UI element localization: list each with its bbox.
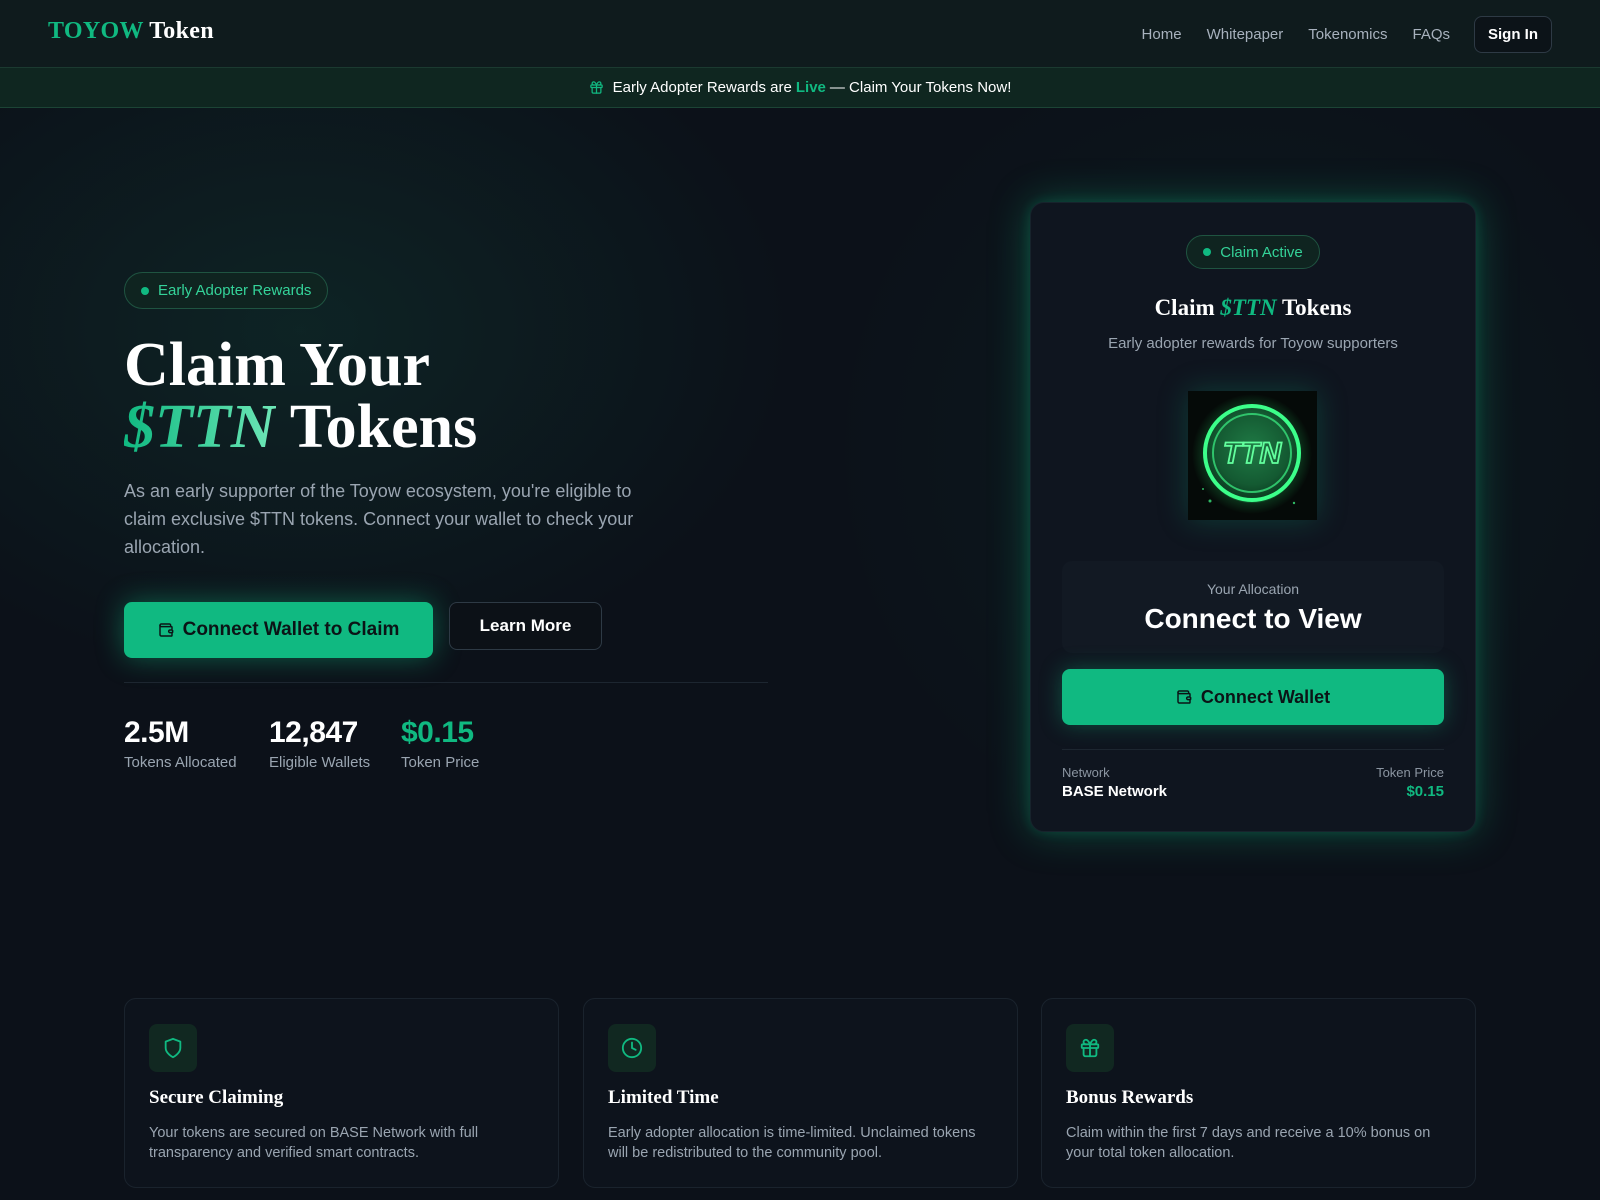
- card-title-before: Claim: [1154, 295, 1215, 320]
- learn-more-button[interactable]: Learn More: [449, 602, 602, 650]
- network-value: BASE Network: [1062, 783, 1168, 800]
- logo[interactable]: TOYOW Token: [48, 18, 214, 45]
- ttn-coin-image: TTN: [1188, 391, 1317, 520]
- card-subtitle: Early adopter rewards for Toyow supporte…: [1108, 335, 1398, 352]
- primary-button-label: Connect Wallet to Claim: [182, 619, 400, 640]
- claim-card: Claim Active Claim $TTN Tokens Early ado…: [1030, 202, 1476, 832]
- gift-icon: [589, 80, 604, 95]
- price-value: $0.15: [1406, 783, 1444, 800]
- card-title-accent: $TTN: [1220, 295, 1277, 320]
- nav-faqs[interactable]: FAQs: [1412, 26, 1450, 43]
- feature-title: Bonus Rewards: [1066, 1087, 1194, 1108]
- feature-title: Limited Time: [608, 1087, 719, 1108]
- feature-title: Secure Claiming: [149, 1087, 284, 1108]
- stat-label: Tokens Allocated: [124, 754, 237, 771]
- wallet-icon: [1176, 689, 1192, 705]
- feature-description: Early adopter allocation is time-limited…: [608, 1125, 976, 1161]
- nav-tokenomics[interactable]: Tokenomics: [1308, 26, 1387, 43]
- wallet-icon: [158, 622, 174, 638]
- banner-live: Live: [795, 79, 826, 96]
- coin-label: TTN: [1223, 437, 1283, 470]
- feature-card-bonus: Bonus Rewards Claim within the first 7 d…: [1041, 998, 1476, 1188]
- early-adopter-badge: Early Adopter Rewards: [124, 272, 329, 309]
- badge-label: Early Adopter Rewards: [158, 282, 312, 299]
- stat-tokens-allocated: 2.5M Tokens Allocated: [124, 716, 237, 771]
- top-navbar: TOYOW Token Home Whitepaper Tokenomics F…: [0, 0, 1600, 68]
- price-info: Token Price $0.15: [1376, 765, 1444, 800]
- network-label: Network: [1062, 765, 1110, 780]
- clock-icon: [608, 1024, 656, 1072]
- claim-status-label: Claim Active: [1220, 243, 1303, 261]
- feature-description: Claim within the first 7 days and receiv…: [1066, 1125, 1431, 1161]
- stat-eligible-wallets: 12,847 Eligible Wallets: [269, 716, 370, 771]
- hero-title-accent: $TTN: [124, 393, 276, 461]
- stat-value: $0.15: [401, 716, 474, 749]
- status-dot: [141, 286, 149, 295]
- stat-label: Token Price: [401, 754, 480, 771]
- claim-active-badge: Claim Active: [1186, 235, 1320, 269]
- connect-wallet-to-claim-button[interactable]: Connect Wallet to Claim: [124, 602, 433, 658]
- banner-text: Early Adopter Rewards are: [612, 79, 792, 96]
- card-title: Claim $TTN Tokens: [1031, 295, 1475, 321]
- stat-value: 2.5M: [124, 716, 189, 749]
- card-button-label: Connect Wallet: [1200, 686, 1331, 707]
- gift-icon: [1066, 1024, 1114, 1072]
- banner-text-after: — Claim Your Tokens Now!: [829, 79, 1012, 96]
- nav-menu: Home Whitepaper Tokenomics FAQs Sign In: [1117, 16, 1552, 53]
- network-info: Network BASE Network: [1062, 765, 1167, 800]
- stat-token-price: $0.15 Token Price: [401, 716, 479, 771]
- card-title-after: Tokens: [1281, 295, 1352, 320]
- nav-whitepaper[interactable]: Whitepaper: [1207, 26, 1284, 43]
- hero-title: Claim Your $TTN Tokens: [124, 334, 477, 458]
- hero-title-rest: Tokens: [289, 393, 478, 461]
- card-divider: [1062, 749, 1444, 750]
- nav-home[interactable]: Home: [1142, 26, 1182, 43]
- hero-description: As an early supporter of the Toyow ecosy…: [124, 481, 634, 557]
- allocation-value: Connect to View: [1144, 603, 1362, 634]
- logo-accent: TOYOW: [48, 18, 144, 44]
- stat-value: 12,847: [269, 716, 358, 749]
- sign-in-button[interactable]: Sign In: [1474, 16, 1552, 53]
- logo-text: Token: [149, 18, 214, 44]
- allocation-box: Your Allocation Connect to View: [1062, 561, 1444, 653]
- price-label: Token Price: [1376, 765, 1444, 780]
- shield-icon: [149, 1024, 197, 1072]
- feature-card-limited: Limited Time Early adopter allocation is…: [583, 998, 1018, 1188]
- divider: [124, 682, 768, 683]
- feature-description: Your tokens are secured on BASE Network …: [149, 1125, 479, 1161]
- allocation-label: Your Allocation: [1206, 581, 1300, 597]
- announcement-banner: Early Adopter Rewards are Live — Claim Y…: [0, 68, 1600, 108]
- connect-wallet-button[interactable]: Connect Wallet: [1062, 669, 1444, 725]
- status-dot: [1203, 248, 1212, 256]
- hero-title-line1: Claim Your: [124, 331, 430, 399]
- feature-card-secure: Secure Claiming Your tokens are secured …: [124, 998, 559, 1188]
- stat-label: Eligible Wallets: [269, 754, 371, 771]
